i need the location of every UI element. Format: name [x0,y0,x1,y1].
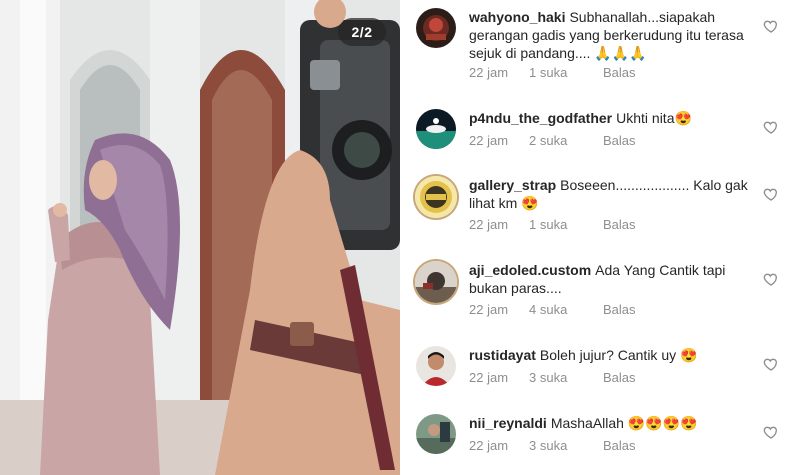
avatar-image [415,176,457,218]
comment-body: rustidayat Boleh jujur? Cantik uy 😍 [469,346,759,364]
heart-outline-icon[interactable] [763,356,779,372]
comment-text: MashaAllah [550,415,624,431]
comment-meta: 22 jam 4 suka Balas [469,302,636,317]
comment-meta: 22 jam 1 suka Balas [469,217,636,232]
reply-button[interactable]: Balas [603,302,636,317]
comment-emoji: 😍 [521,195,539,211]
comment-username[interactable]: rustidayat [469,347,536,363]
heart-outline-icon[interactable] [763,424,779,440]
comment-emoji: 🙏🙏🙏 [594,45,647,61]
comment-time[interactable]: 22 jam [469,438,529,453]
comment-meta: 22 jam 2 suka Balas [469,133,636,148]
comment-text: Ukhti nita [616,110,675,126]
avatar[interactable] [416,414,456,454]
avatar-image [416,8,456,48]
heart-outline-icon[interactable] [763,119,779,135]
avatar[interactable] [416,109,456,149]
comment-body: p4ndu_the_godfather Ukhti nita😍 [469,109,759,127]
heart-outline-icon[interactable] [763,271,779,287]
avatar[interactable] [415,261,457,303]
heart-outline-icon[interactable] [763,18,779,34]
comment-meta: 22 jam 1 suka Balas [469,65,636,80]
photo-illustration [0,0,400,475]
comment-time[interactable]: 22 jam [469,370,529,385]
comment-emoji: 😍 [674,110,692,126]
reply-button[interactable]: Balas [603,438,636,453]
comment-likes-count[interactable]: 4 suka [529,302,603,317]
comment-username[interactable]: aji_edoled.custom [469,262,591,278]
instagram-post-view: 2/2 wahyono_haki Subhanallah...siapakah g… [0,0,800,475]
comments-panel[interactable]: wahyono_haki Subhanallah...siapakah geran… [400,0,800,475]
comment-time[interactable]: 22 jam [469,217,529,232]
comment-meta: 22 jam 3 suka Balas [469,370,636,385]
comment-username[interactable]: p4ndu_the_godfather [469,110,612,126]
comment-emoji: 😍 [680,347,698,363]
comment-time[interactable]: 22 jam [469,302,529,317]
comment-username[interactable]: nii_reynaldi [469,415,547,431]
comment-body: nii_reynaldi MashaAllah 😍😍😍😍 [469,414,759,432]
comment-likes-count[interactable]: 3 suka [529,438,603,453]
comment-emoji: 😍😍😍😍 [627,415,698,431]
avatar-image [416,346,456,386]
comment-likes-count[interactable]: 1 suka [529,217,603,232]
heart-outline-icon[interactable] [763,186,779,202]
avatar[interactable] [416,8,456,48]
avatar[interactable] [415,176,457,218]
image-counter-badge: 2/2 [338,18,386,46]
avatar-image [415,261,457,303]
reply-button[interactable]: Balas [603,217,636,232]
avatar[interactable] [416,346,456,386]
comment-time[interactable]: 22 jam [469,133,529,148]
comment-likes-count[interactable]: 2 suka [529,133,603,148]
reply-button[interactable]: Balas [603,370,636,385]
reply-button[interactable]: Balas [603,133,636,148]
comment-likes-count[interactable]: 1 suka [529,65,603,80]
comment-body: gallery_strap Boseeen................... … [469,176,759,212]
reply-button[interactable]: Balas [603,65,636,80]
avatar-image [416,109,456,149]
comment-body: aji_edoled.custom Ada Yang Cantik tapi bu… [469,261,759,297]
comment-likes-count[interactable]: 3 suka [529,370,603,385]
comment-text: Boleh jujur? Cantik uy [539,347,677,363]
comment-meta: 22 jam 3 suka Balas [469,438,636,453]
comment-body: wahyono_haki Subhanallah...siapakah geran… [469,8,759,62]
comment-username[interactable]: gallery_strap [469,177,556,193]
comment-username[interactable]: wahyono_haki [469,9,565,25]
post-photo[interactable]: 2/2 [0,0,400,475]
comment-time[interactable]: 22 jam [469,65,529,80]
avatar-image [416,414,456,454]
